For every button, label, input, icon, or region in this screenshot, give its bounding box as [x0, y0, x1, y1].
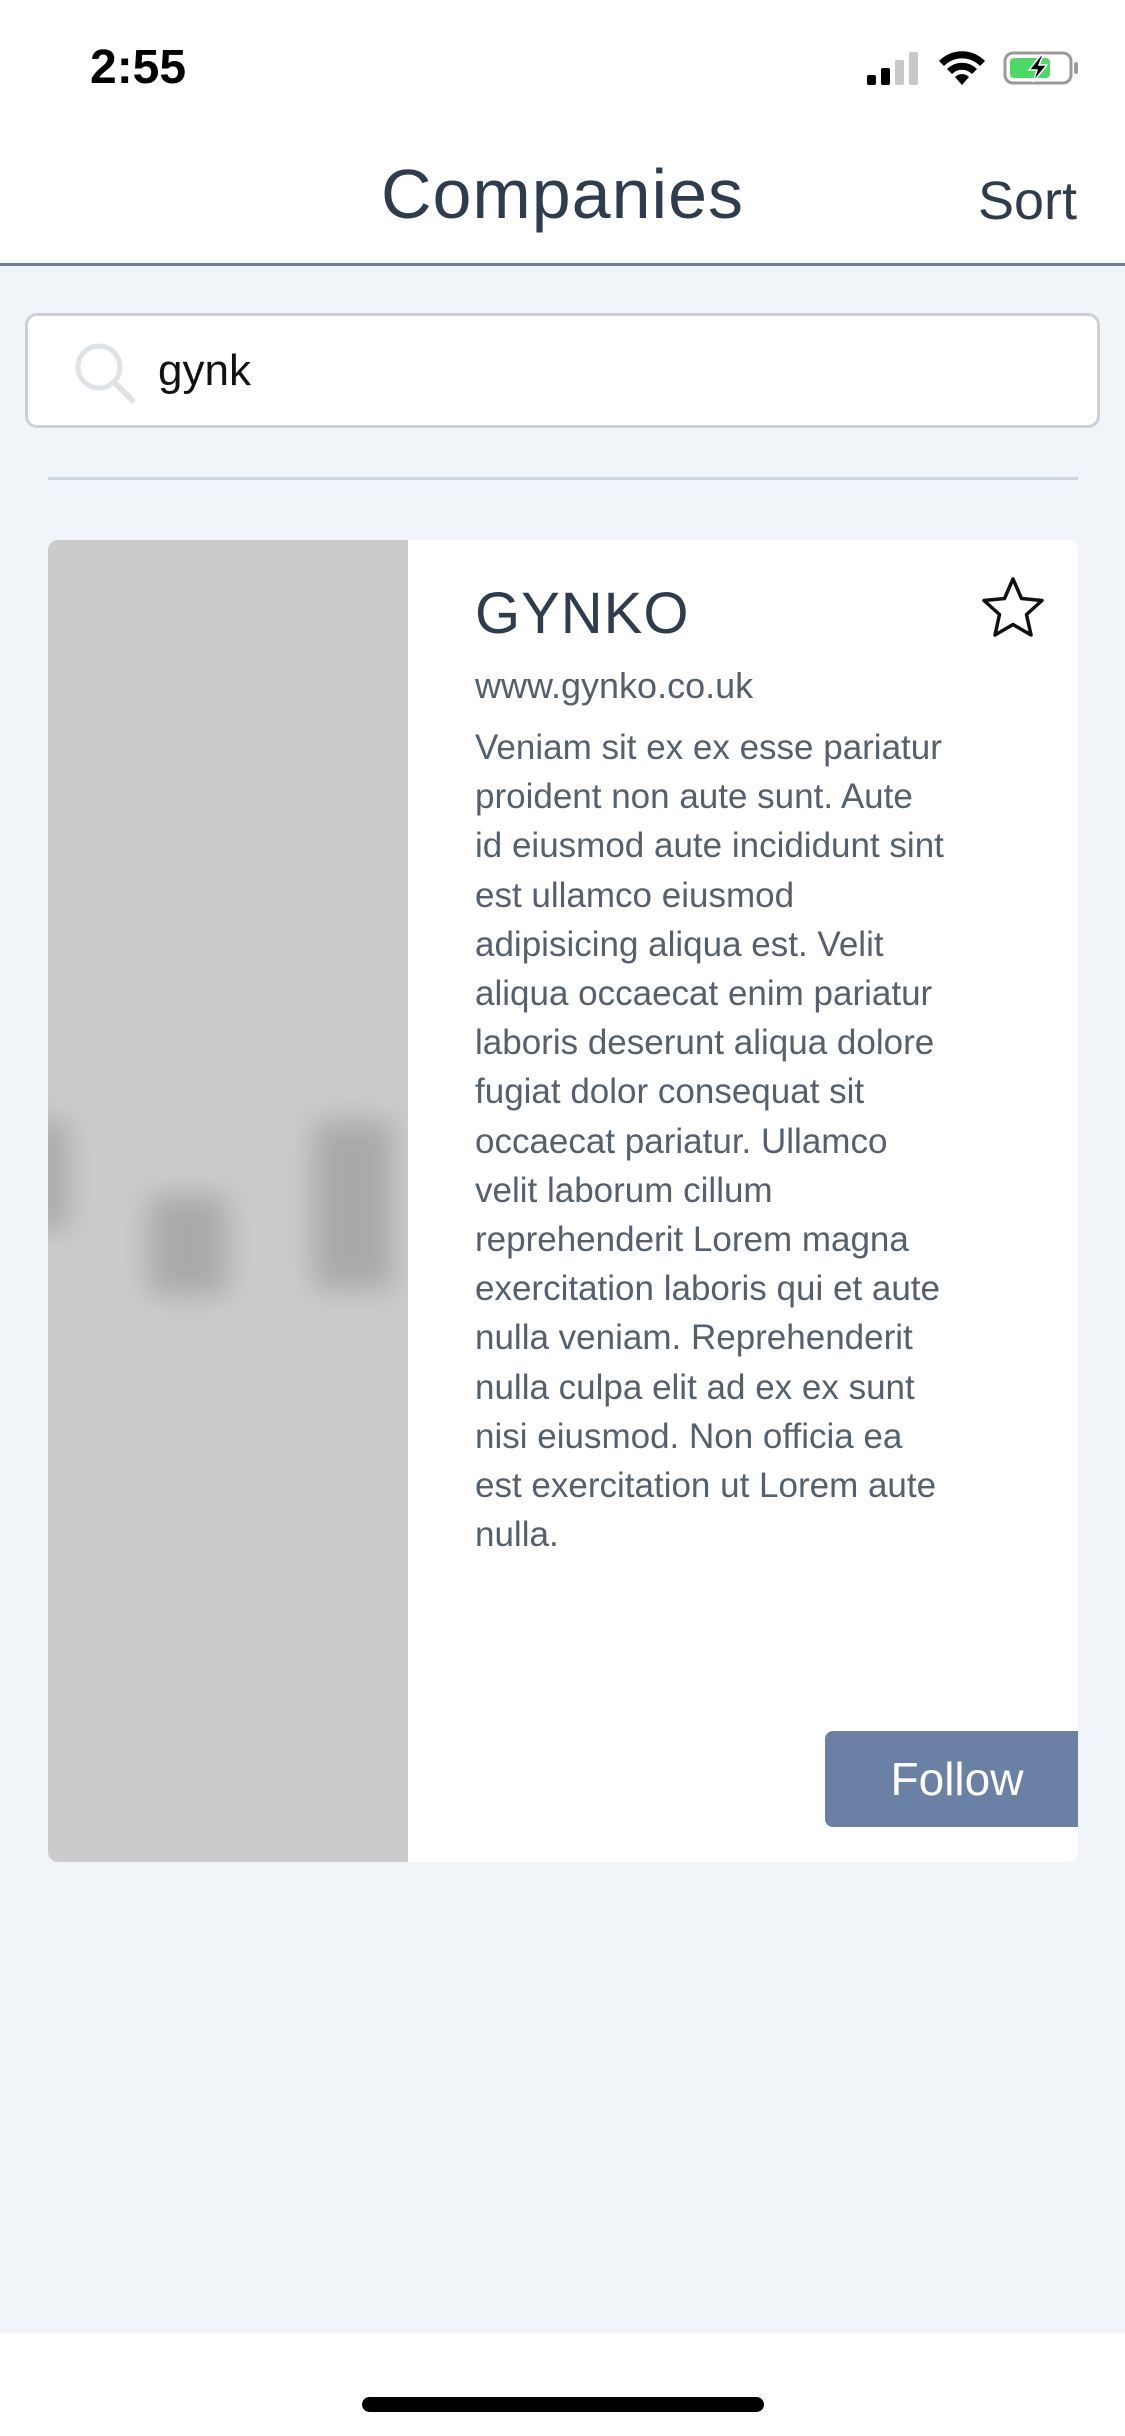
screen: 2:55 Companies Sort gynk GYNKO www.gynko…	[0, 0, 1125, 2436]
company-card[interactable]: GYNKO www.gynko.co.uk Veniam sit ex ex e…	[48, 540, 1078, 1862]
search-input[interactable]	[158, 334, 1058, 408]
cellular-signal-icon	[867, 52, 918, 85]
battery-charging-icon	[1003, 51, 1078, 85]
bottom-safe-area	[0, 2333, 1125, 2436]
status-bar: 2:55	[0, 0, 1125, 132]
home-indicator[interactable]	[362, 2397, 764, 2412]
sort-button[interactable]: Sort	[978, 170, 1077, 232]
divider	[48, 477, 1078, 480]
company-image	[48, 540, 408, 1862]
status-time: 2:55	[90, 41, 187, 94]
search-icon	[75, 343, 135, 403]
star-outline-icon[interactable]	[980, 575, 1046, 641]
company-url[interactable]: www.gynko.co.uk	[475, 665, 753, 707]
company-name: GYNKO	[475, 581, 690, 646]
nav-bar: Companies Sort	[0, 132, 1125, 266]
status-icons	[865, 48, 1081, 88]
follow-button[interactable]: Follow	[825, 1731, 1078, 1827]
page-title: Companies	[380, 155, 745, 233]
company-description: Veniam sit ex ex esse pariatur proident …	[475, 728, 944, 1555]
company-card-body: GYNKO www.gynko.co.uk Veniam sit ex ex e…	[408, 540, 1078, 1862]
search-box[interactable]	[25, 313, 1100, 428]
wifi-icon	[939, 51, 985, 85]
